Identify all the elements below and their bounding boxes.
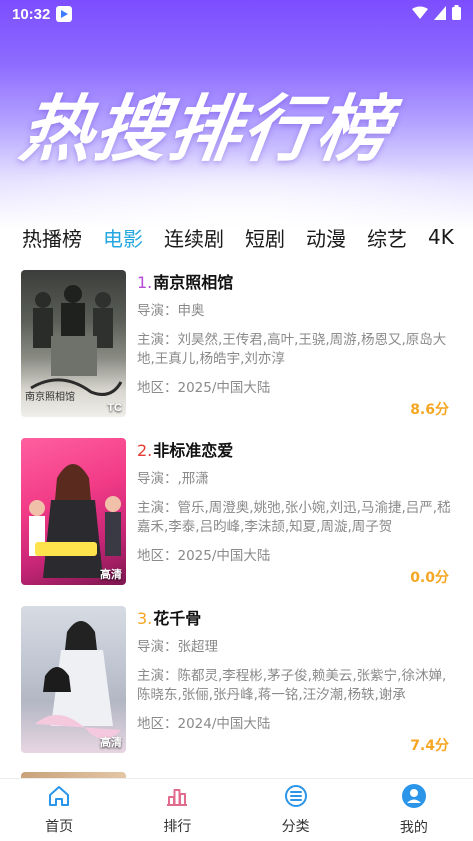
movie-score: 7.4分 [410,738,449,754]
movie-director: 导演：申奥 [137,303,205,319]
list-item[interactable]: 高清 2.非标准恋爱 导演：,邢潇 主演：管乐,周澄奥,姚弛,张小婉,刘迅,马渝… [0,436,473,604]
movie-region: 地区：2024/中国大陆 [137,716,271,732]
list-item[interactable]: 南京照相馆 TC 1.南京照相馆 导演：申奥 主演：刘昊然,王传君,高叶,王骁,… [0,268,473,436]
movie-poster[interactable]: 高清 [21,606,126,753]
tab-variety[interactable]: 综艺 [367,223,407,252]
poster-caption: 南京照相馆 [25,392,75,403]
movie-title-row[interactable]: 2.非标准恋爱 [137,440,455,462]
movie-poster[interactable]: 南京照相馆 TC [21,270,126,417]
movie-cast: 主演：陈都灵,李程彬,茅子俊,赖美云,张紫宁,徐沐婵,陈晓东,张俪,张丹峰,蒋一… [137,668,447,703]
movie-title-row[interactable]: 3.花千骨 [137,608,455,630]
list-item[interactable]: 高清 3.花千骨 导演：张超理 主演：陈都灵,李程彬,茅子俊,赖美云,张紫宁,徐… [0,604,473,772]
signal-icon [434,5,446,24]
movie-cast: 主演：刘昊然,王传君,高叶,王骁,周游,杨恩又,原岛大地,王真儿,杨皓宇,刘亦淳 [137,332,447,367]
tab-movie[interactable]: 电影 [103,223,143,252]
ranking-icon [165,784,189,812]
category-icon [284,784,308,812]
bottom-nav: 首页 排行 分类 我的 [0,778,473,841]
movie-score: 0.0分 [410,570,449,586]
category-tabs: 热播榜 电影 连续剧 短剧 动漫 综艺 4K [0,215,473,259]
nav-label: 我的 [399,820,428,836]
wifi-icon [412,5,428,24]
nav-label: 排行 [163,819,192,835]
movie-list: 南京照相馆 TC 1.南京照相馆 导演：申奥 主演：刘昊然,王传君,高叶,王骁,… [0,268,473,772]
status-bar: 10:32 [0,0,473,28]
rank-number: 2. [137,441,153,460]
nav-category[interactable]: 分类 [237,779,355,841]
tab-short-drama[interactable]: 短剧 [245,223,285,252]
tab-hot[interactable]: 热播榜 [22,223,82,252]
poster-quality-badge: 高清 [100,569,122,581]
status-time: 10:32 [12,5,51,23]
movie-director: 导演：张超理 [137,639,218,655]
page-title: 热搜排行榜 [15,87,398,171]
tab-series[interactable]: 连续剧 [164,223,224,252]
rank-number: 3. [137,609,153,628]
movie-director: 导演：,邢潇 [137,471,209,487]
home-icon [47,784,71,812]
poster-quality-badge: TC [107,402,122,414]
rank-number: 1. [137,273,153,292]
nav-label: 首页 [45,819,74,835]
tab-4k[interactable]: 4K [428,225,454,249]
nav-profile[interactable]: 我的 [355,779,473,841]
app-notification-icon [56,6,73,22]
movie-title: 非标准恋爱 [153,441,234,460]
movie-region: 地区：2025/中国大陆 [137,548,271,564]
movie-region: 地区：2025/中国大陆 [137,380,271,396]
poster-quality-badge: 高清 [100,737,122,749]
movie-poster[interactable]: 高清 [21,438,126,585]
nav-ranking[interactable]: 排行 [118,779,236,841]
movie-title-row[interactable]: 1.南京照相馆 [137,272,455,294]
movie-title: 南京照相馆 [153,273,234,292]
movie-score: 8.6分 [410,402,449,418]
battery-icon [452,4,461,24]
nav-home[interactable]: 首页 [0,779,118,841]
nav-label: 分类 [281,819,310,835]
movie-cast: 主演：管乐,周澄奥,姚弛,张小婉,刘迅,马渝捷,吕严,嵇嘉禾,李泰,吕昀峰,李沫… [137,500,451,535]
profile-icon [401,783,427,813]
movie-title: 花千骨 [153,609,202,628]
tab-anime[interactable]: 动漫 [306,223,346,252]
